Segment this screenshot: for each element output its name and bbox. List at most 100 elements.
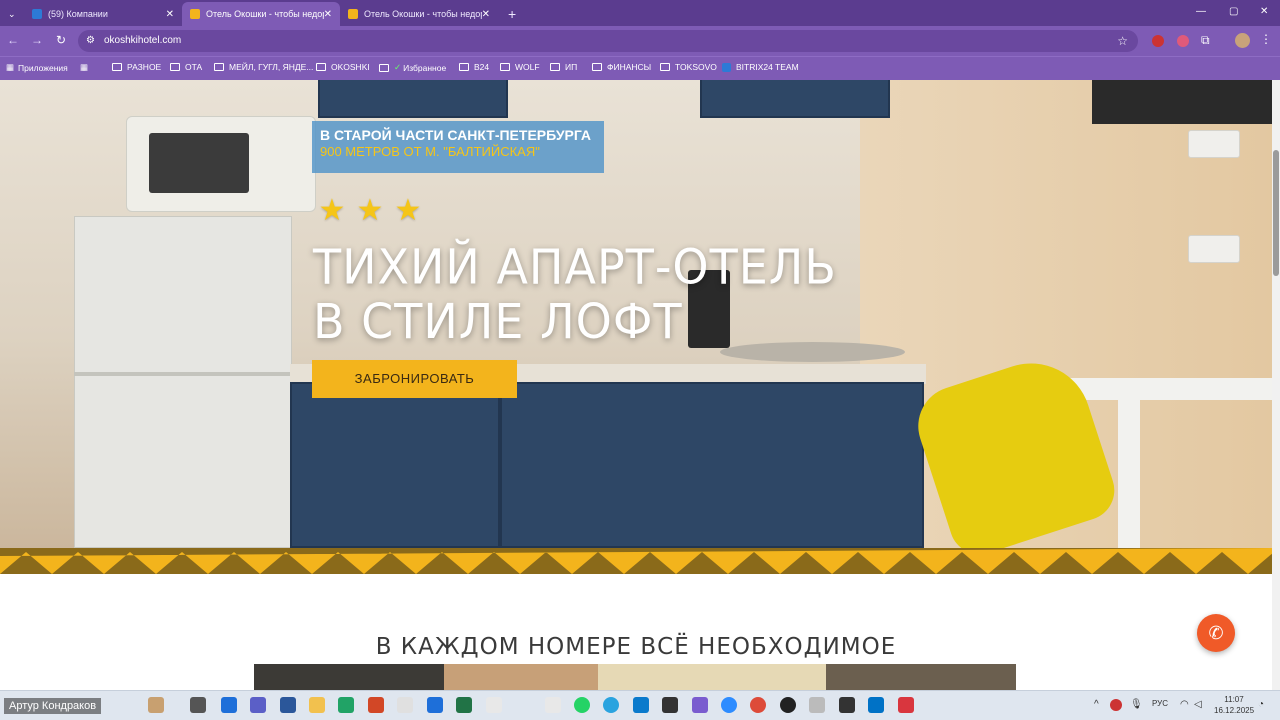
terminal-icon[interactable]	[839, 697, 855, 713]
microphone-icon[interactable]: 🎙	[1130, 699, 1143, 710]
close-tab-icon[interactable]: ✕	[482, 9, 490, 20]
menu-kebab-icon[interactable]: ⋮	[1260, 32, 1272, 46]
bookmark-label: BITRIX24 TEAM	[736, 62, 799, 72]
tab-companies[interactable]: (59) Компании ✕	[24, 2, 182, 26]
back-arrow-icon[interactable]: ←	[5, 33, 21, 47]
taskbar-app-icon[interactable]	[221, 697, 237, 713]
hero-title-line-2: В СТИЛЕ ЛОФТ	[313, 292, 683, 350]
wifi-icon[interactable]: ◠	[1180, 699, 1189, 710]
clock[interactable]: 11:07 16.12.2025	[1214, 694, 1254, 716]
close-window-button[interactable]: ✕	[1260, 6, 1268, 17]
whatsapp-icon[interactable]	[574, 697, 590, 713]
vscode-icon[interactable]	[633, 697, 649, 713]
folder-icon	[316, 63, 326, 71]
folder-icon	[170, 63, 180, 71]
taskbar-app-icon[interactable]	[427, 697, 443, 713]
bookmark-folder-favorites[interactable]: ✓ Избранное	[379, 62, 446, 73]
forward-arrow-icon[interactable]: →	[29, 33, 45, 47]
taskbar-app-icon[interactable]	[692, 697, 708, 713]
scrollbar-thumb[interactable]	[1273, 150, 1279, 276]
reload-icon[interactable]: ↻	[53, 33, 69, 47]
zoom-icon[interactable]	[721, 697, 737, 713]
gallery-image	[444, 664, 598, 690]
bookmark-bitrix-team[interactable]: BITRIX24 TEAM	[722, 62, 799, 72]
bookmark-grid[interactable]: ▦	[80, 62, 88, 73]
bookmark-folder-toksovo[interactable]: TOKSOVO	[660, 62, 717, 72]
taskbar-app-icon[interactable]	[662, 697, 678, 713]
apps-grid-icon: ▦	[6, 62, 15, 72]
bookmark-folder-b24[interactable]: B24	[459, 62, 489, 72]
taskbar-app-icon[interactable]	[545, 697, 561, 713]
minimize-button[interactable]: —	[1196, 6, 1206, 17]
location-line-1: В СТАРОЙ ЧАСТИ САНКТ-ПЕТЕРБУРГА	[320, 127, 592, 143]
tab-search-button[interactable]: ⌄	[0, 2, 24, 26]
edge-icon[interactable]	[338, 697, 354, 713]
bookmark-folder-mail[interactable]: МЕЙЛ, ГУГЛ, ЯНДЕ...	[214, 62, 313, 72]
tray-app-icon[interactable]	[1110, 699, 1122, 711]
restore-button[interactable]: ▢	[1229, 6, 1238, 17]
language-indicator[interactable]: РУС	[1152, 699, 1168, 708]
address-bar[interactable]: ⚙ okoshkihotel.com ☆	[78, 30, 1138, 52]
taskbar-app-icon[interactable]	[190, 697, 206, 713]
excel-icon[interactable]	[456, 697, 472, 713]
notifications-icon[interactable]: ◔	[1258, 699, 1264, 710]
tab-label: Отель Окошки - чтобы недорого	[206, 9, 324, 19]
profile-avatar[interactable]	[1235, 33, 1250, 48]
zigzag-divider	[0, 548, 1272, 612]
outlook-icon[interactable]	[868, 697, 884, 713]
bookmark-label: РАЗНОЕ	[127, 62, 162, 72]
tray-chevron-icon[interactable]: ^	[1094, 699, 1099, 710]
folder-icon[interactable]	[309, 697, 325, 713]
yandex-icon[interactable]	[486, 697, 502, 713]
extension-icon[interactable]	[1152, 35, 1164, 47]
new-tab-button[interactable]: +	[500, 2, 522, 26]
microwave-image	[126, 116, 316, 212]
taskbar-app-icon[interactable]	[809, 697, 825, 713]
folder-icon	[500, 63, 510, 71]
tab-okoshki[interactable]: Отель Окошки - чтобы недорого ✕	[340, 2, 498, 26]
clock-date: 16.12.2025	[1214, 706, 1255, 715]
close-tab-icon[interactable]: ✕	[324, 9, 332, 20]
bookmark-folder-okoshki[interactable]: OKOSHKI	[316, 62, 370, 72]
bookmark-star-icon[interactable]: ☆	[1117, 30, 1128, 52]
folder-icon	[459, 63, 469, 71]
phone-call-button[interactable]: ✆	[1197, 614, 1235, 652]
bookmark-folder-finance[interactable]: ФИНАНСЫ	[592, 62, 651, 72]
taskbar-app-icon[interactable]	[148, 697, 164, 713]
bookmark-label: ФИНАНСЫ	[607, 62, 652, 72]
taskbar-app-icon[interactable]	[780, 697, 796, 713]
taskbar-app-icon[interactable]	[397, 697, 413, 713]
star-icon: ★	[356, 194, 384, 227]
bookmark-label: WOLF	[515, 62, 540, 72]
section-title: В КАЖДОМ НОМЕРЕ ВСЁ НЕОБХОДИМОЕ	[375, 634, 897, 660]
tab-label: (59) Компании	[48, 9, 108, 19]
teams-icon[interactable]	[250, 697, 266, 713]
site-info-icon[interactable]: ⚙	[86, 30, 95, 52]
word-icon[interactable]	[280, 697, 296, 713]
room-gallery-strip	[254, 664, 1016, 690]
extensions-puzzle-icon[interactable]: ⧉	[1201, 33, 1210, 48]
telegram-icon[interactable]	[603, 697, 619, 713]
taskbar-app-icon[interactable]	[898, 697, 914, 713]
tab-okoshki-active[interactable]: Отель Окошки - чтобы недорого ✕	[182, 2, 340, 26]
bookmark-apps[interactable]: ▦ Приложения	[6, 62, 68, 73]
bookmarks-bar: ▦ Приложения ▦ РАЗНОЕ ОТА МЕЙЛ, ГУГЛ, ЯНД…	[0, 56, 1280, 80]
fridge-image	[74, 216, 292, 548]
volume-icon[interactable]: ◁	[1194, 699, 1202, 710]
bookmark-folder-ota[interactable]: ОТА	[170, 62, 202, 72]
book-button[interactable]: ЗАБРОНИРОВАТЬ	[312, 360, 517, 398]
extension-icon[interactable]	[1177, 35, 1189, 47]
clock-time: 11:07	[1224, 695, 1244, 704]
bookmark-label: ИП	[565, 62, 578, 72]
microwave-window	[149, 133, 249, 193]
bookmark-label: Избранное	[403, 62, 447, 73]
tv-image	[1092, 80, 1272, 124]
close-tab-icon[interactable]: ✕	[166, 9, 174, 20]
powerpoint-icon[interactable]	[368, 697, 384, 713]
url-text: okoshkihotel.com	[104, 35, 182, 46]
bookmark-folder-ip[interactable]: ИП	[550, 62, 577, 72]
chrome-icon[interactable]	[750, 697, 766, 713]
bookmark-folder-raznoe[interactable]: РАЗНОЕ	[112, 62, 161, 72]
bookmark-folder-wolf[interactable]: WOLF	[500, 62, 540, 72]
bookmark-label: Приложения	[18, 62, 68, 73]
